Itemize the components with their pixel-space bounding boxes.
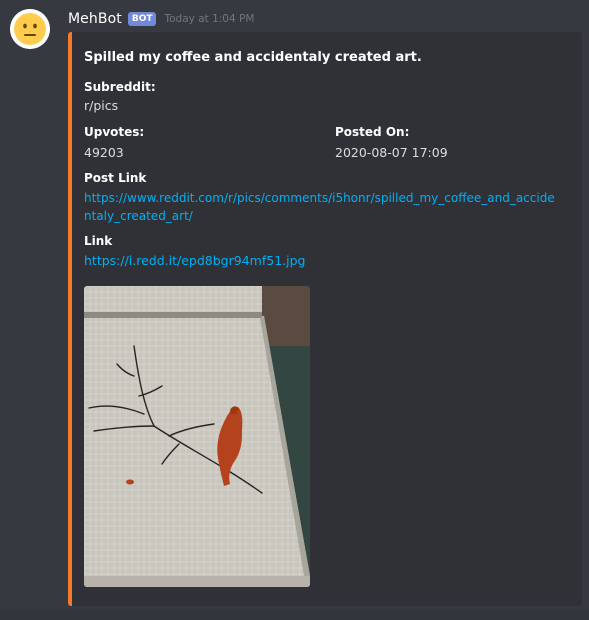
embed-title: Spilled my coffee and accidentaly create… [84,50,422,65]
embed-card: Spilled my coffee and accidentaly create… [68,32,582,606]
upvotes-field-name: Upvotes: [84,125,145,139]
message-timestamp: Today at 1:04 PM [164,13,255,25]
subreddit-field-value: r/pics [84,98,119,113]
message-divider [0,610,589,620]
post-link-url-line1[interactable]: https://www.reddit.com/r/pics/comments/i… [84,191,555,205]
coffee-art-photo [84,286,310,587]
avatar[interactable] [10,9,50,49]
chat-message: MehBot BOT Today at 1:04 PM Spilled my c… [0,0,589,620]
link-field-name: Link [84,234,113,248]
message-header: MehBot BOT Today at 1:04 PM [68,8,254,30]
subreddit-field-name: Subreddit: [84,80,156,94]
author-username[interactable]: MehBot [68,11,122,27]
post-link-field-name: Post Link [84,171,147,185]
neutral-face-icon [10,9,50,49]
upvotes-field-value: 49203 [84,145,124,160]
image-link-url[interactable]: https://i.redd.it/epd8bgr94mf51.jpg [84,253,305,268]
posted-on-field-name: Posted On: [335,125,410,139]
posted-on-field-value: 2020-08-07 17:09 [335,145,448,160]
bot-badge: BOT [127,12,157,26]
post-link-url-line2[interactable]: ntaly_created_art/ [84,209,193,223]
embed-image[interactable] [84,286,310,587]
